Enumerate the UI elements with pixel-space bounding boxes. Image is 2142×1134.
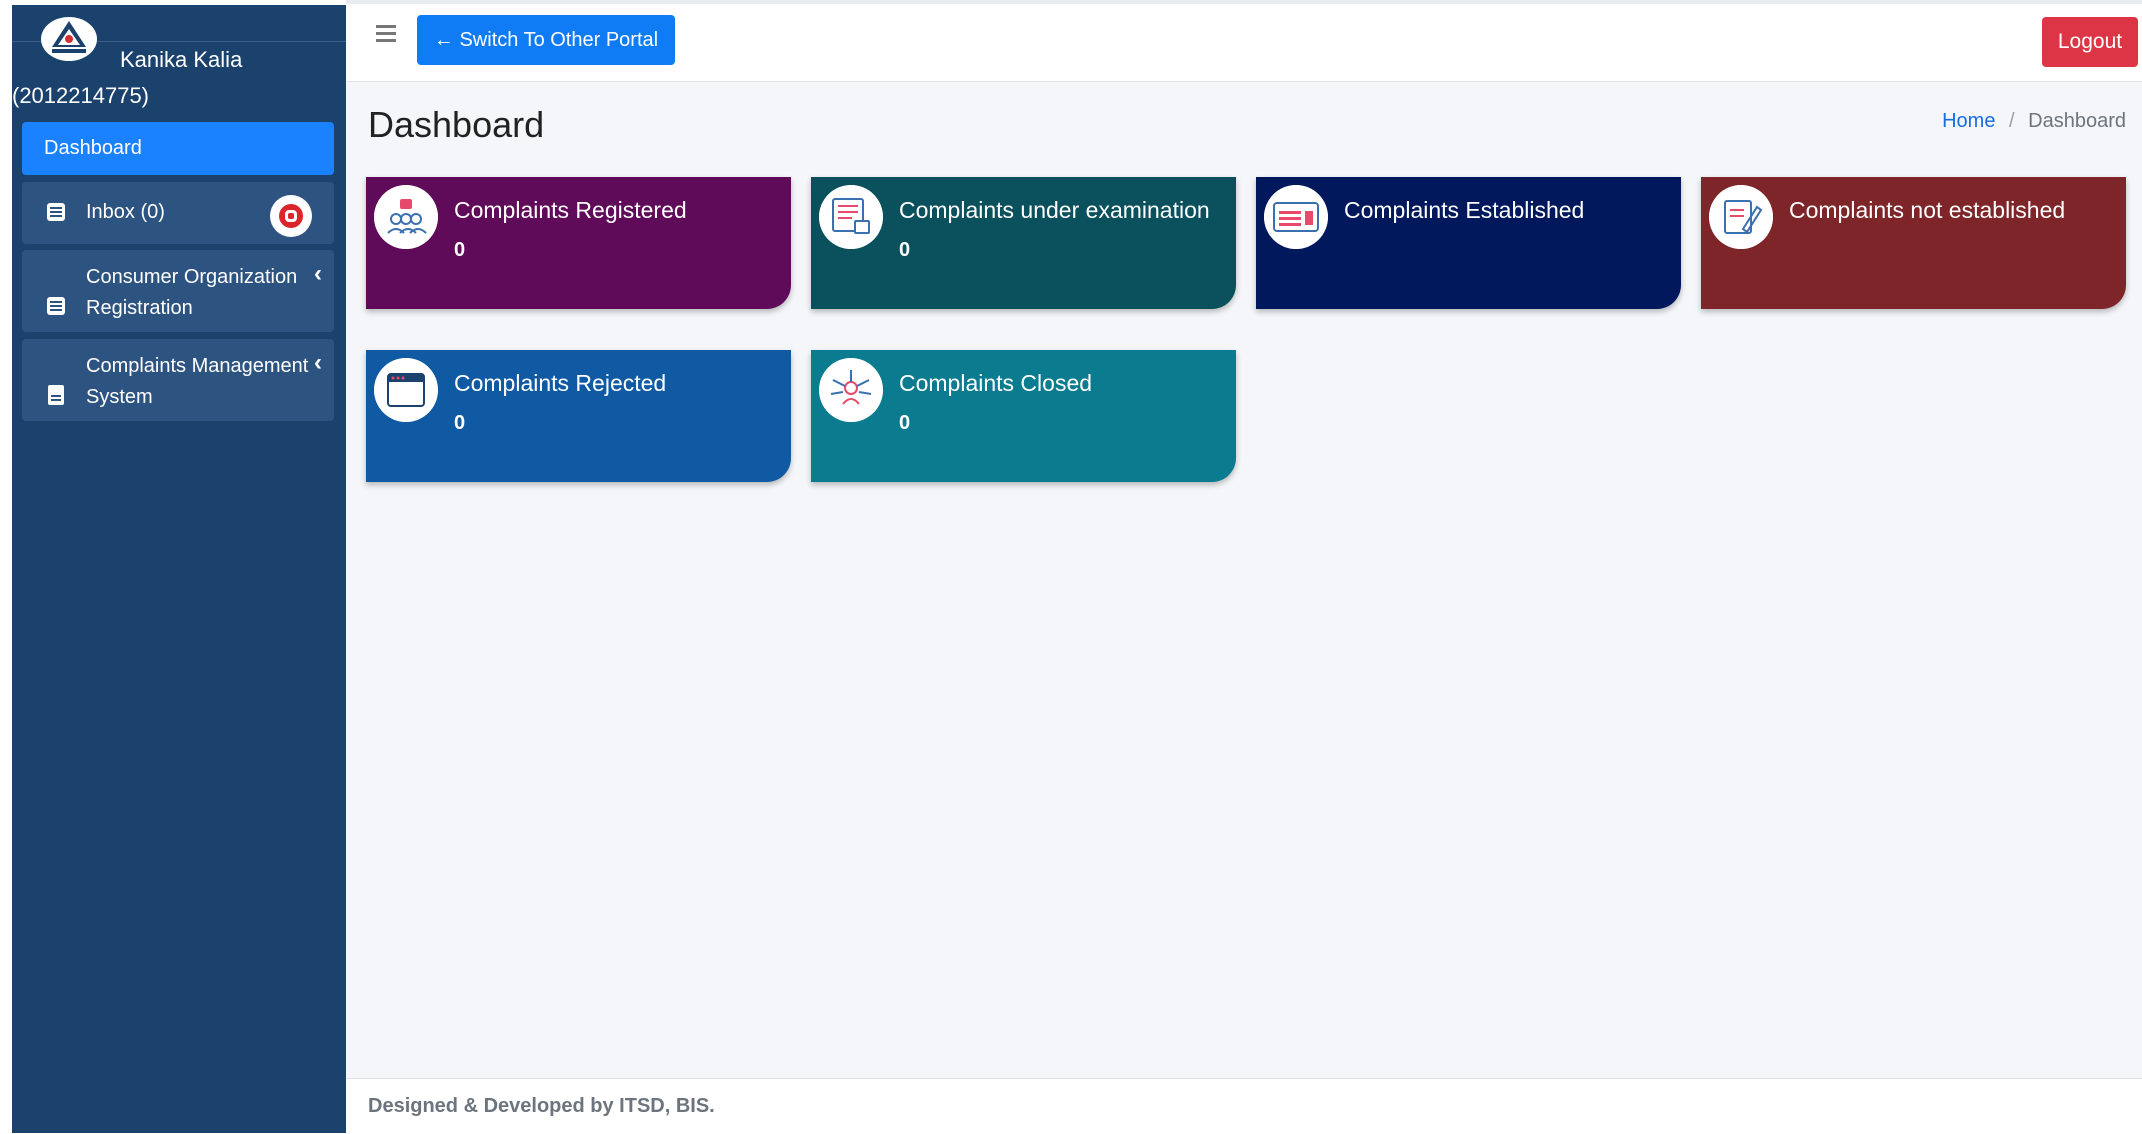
footer: Designed & Developed by ITSD, BIS. bbox=[346, 1078, 2142, 1134]
chevron-left-icon: ‹ bbox=[314, 349, 322, 376]
card-title: Complaints Closed bbox=[899, 370, 1093, 396]
hamburger-menu-icon[interactable] bbox=[376, 25, 396, 45]
user-name: Kanika Kalia bbox=[120, 47, 243, 72]
page-title: Dashboard bbox=[368, 104, 545, 145]
arrow-left-icon: ← bbox=[433, 29, 454, 51]
user-panel: Kanika Kalia (2012214775) bbox=[12, 5, 346, 115]
breadcrumb: Home / Dashboard bbox=[1942, 110, 2126, 133]
card-complaints-rejected[interactable]: Complaints Rejected 0 bbox=[366, 350, 791, 482]
document-icon bbox=[48, 385, 64, 405]
inbox-icon bbox=[47, 203, 65, 221]
card-complaints-not-established[interactable]: Complaints not established 0 bbox=[1701, 177, 2126, 309]
card-value: 0 bbox=[899, 412, 911, 434]
sidebar-item-label: Dashboard bbox=[44, 137, 142, 159]
top-rule bbox=[346, 0, 2142, 4]
chevron-left-icon: ‹ bbox=[314, 260, 322, 287]
card-value: 0 bbox=[454, 239, 466, 261]
switch-portal-button[interactable]: ← Switch To Other Portal bbox=[417, 15, 675, 65]
user-id: (2012214775) bbox=[12, 83, 150, 108]
top-navbar: ← Switch To Other Portal Logout bbox=[346, 5, 2142, 82]
card-complaints-under-examination[interactable]: Complaints under examination 0 bbox=[811, 177, 1236, 309]
sidebar-item-label: System bbox=[86, 386, 153, 408]
card-title: Complaints Registered bbox=[454, 197, 687, 223]
sidebar-item-label: Complaints Management bbox=[86, 355, 309, 377]
app-root: Kanika Kalia (2012214775) Dashboard Inbo… bbox=[0, 0, 2142, 1134]
edit-document-icon bbox=[1709, 185, 1773, 249]
inbox-icon bbox=[47, 297, 65, 315]
breadcrumb-home-link[interactable]: Home bbox=[1942, 110, 1995, 132]
breadcrumb-separator: / bbox=[2009, 110, 2015, 132]
footer-credit: Designed & Developed by ITSD, BIS. bbox=[368, 1095, 715, 1117]
card-title: Complaints Rejected bbox=[454, 370, 667, 396]
id-card-icon bbox=[1264, 185, 1328, 249]
sidebar-item-consumer-organization-registration[interactable]: Consumer Organization Registration ‹ bbox=[22, 250, 334, 332]
browser-window-icon bbox=[374, 358, 438, 422]
card-value: 0 bbox=[454, 412, 466, 434]
card-title: Complaints Established bbox=[1344, 197, 1585, 223]
notification-badge bbox=[270, 195, 312, 237]
sidebar: Kanika Kalia (2012214775) Dashboard Inbo… bbox=[12, 5, 346, 1133]
breadcrumb-current: Dashboard bbox=[2028, 110, 2126, 132]
switch-portal-label: Switch To Other Portal bbox=[459, 29, 659, 51]
card-complaints-closed[interactable]: Complaints Closed 0 bbox=[811, 350, 1236, 482]
sidebar-item-complaints-management-system[interactable]: Complaints Management System ‹ bbox=[22, 339, 334, 421]
card-title: Complaints not established bbox=[1789, 197, 2066, 223]
card-complaints-established[interactable]: Complaints Established 0 bbox=[1256, 177, 1681, 309]
people-group-icon bbox=[374, 185, 438, 249]
card-complaints-registered[interactable]: Complaints Registered 0 bbox=[366, 177, 791, 309]
sidebar-item-dashboard[interactable]: Dashboard bbox=[22, 122, 334, 175]
logout-button[interactable]: Logout bbox=[2042, 17, 2138, 67]
card-value: 0 bbox=[899, 239, 911, 261]
card-title: Complaints under examination bbox=[899, 197, 1210, 223]
network-person-icon bbox=[819, 358, 883, 422]
alert-icon bbox=[279, 204, 303, 228]
bis-logo-icon bbox=[41, 17, 97, 61]
sidebar-item-label: Inbox (0) bbox=[86, 201, 165, 223]
sidebar-item-label: Registration bbox=[86, 297, 193, 319]
sidebar-item-inbox[interactable]: Inbox (0) bbox=[22, 182, 334, 244]
document-list-icon bbox=[819, 185, 883, 249]
sidebar-item-label: Consumer Organization bbox=[86, 266, 298, 288]
main-content: Dashboard Home / Dashboard Complaints Re… bbox=[346, 82, 2142, 1078]
